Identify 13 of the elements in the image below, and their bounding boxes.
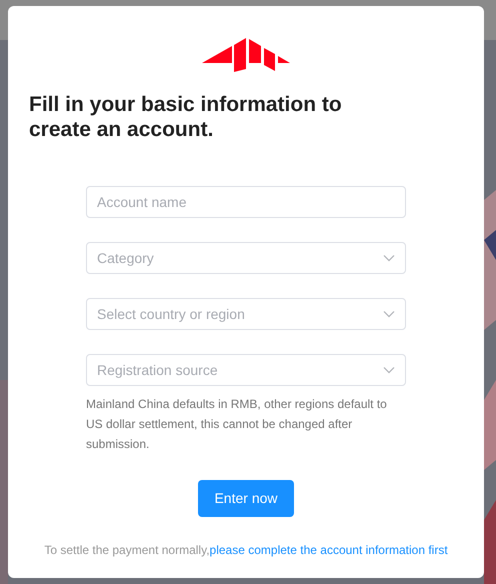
select-field[interactable]: Registration source [86, 354, 406, 386]
logo-icon [202, 38, 290, 72]
footer-text: To settle the payment normally, [44, 543, 210, 558]
chevron-down-icon [383, 254, 395, 262]
settlement-note: Mainland China defaults in RMB, other regions default to US dollar settlement, this cannot be changed after submission. [86, 396, 388, 454]
input-field[interactable]: Account name [86, 186, 406, 218]
complete-info-link[interactable]: please complete the account information first [210, 543, 448, 558]
select-field[interactable]: Select country or region [86, 298, 406, 330]
select-field[interactable]: Category [86, 242, 406, 274]
dialog-title: Fill in your basic information to create an account. [29, 92, 343, 142]
chevron-down-icon [383, 366, 395, 374]
enter-button[interactable]: Enter now [198, 480, 294, 518]
chevron-down-icon [383, 310, 395, 318]
